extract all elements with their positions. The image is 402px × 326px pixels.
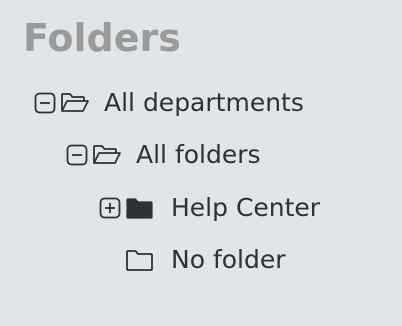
tree-item-all-folders[interactable]: All folders: [66, 138, 261, 172]
collapse-icon[interactable]: [34, 92, 56, 114]
tree-item-label: Help Center: [171, 193, 321, 222]
tree-item-no-folder[interactable]: No folder: [99, 243, 286, 277]
panel-title: Folders: [23, 16, 181, 60]
folder-open-icon: [92, 143, 122, 167]
tree-item-label: No folder: [171, 245, 286, 274]
tree-item-label: All folders: [136, 140, 261, 169]
folder-outline-icon: [125, 248, 155, 272]
tree-item-label: All departments: [104, 88, 304, 117]
tree-item-all-departments[interactable]: All departments: [34, 86, 304, 120]
toggle-spacer: [99, 249, 121, 271]
tree-item-help-center[interactable]: Help Center: [99, 191, 320, 225]
collapse-icon[interactable]: [66, 144, 88, 166]
folder-open-icon: [60, 91, 90, 115]
folders-panel: Folders All departments All folders Help…: [0, 0, 402, 326]
expand-icon[interactable]: [99, 197, 121, 219]
folder-filled-icon: [125, 196, 155, 220]
